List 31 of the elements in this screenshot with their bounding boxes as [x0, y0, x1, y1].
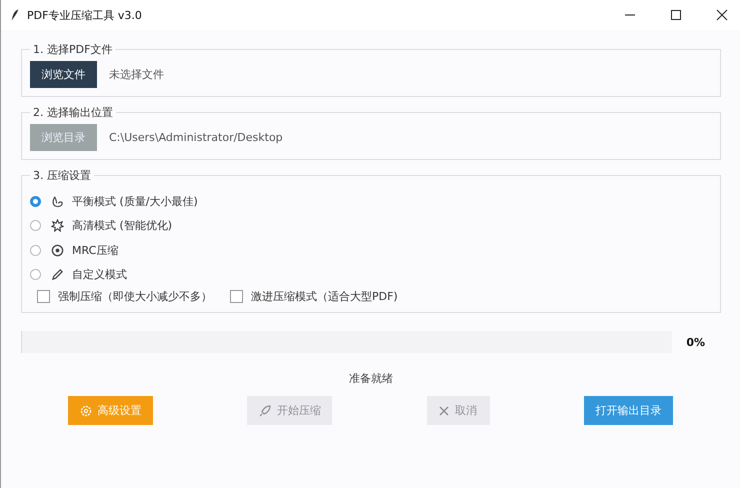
mode-label: 高清模式 (智能优化): [72, 218, 172, 234]
maximize-icon[interactable]: [670, 9, 682, 21]
radio-button[interactable]: [30, 244, 41, 256]
close-icon[interactable]: [716, 9, 728, 21]
group-title: 3. 压缩设置: [32, 168, 92, 183]
checkbox[interactable]: [230, 290, 243, 303]
feather-icon: [11, 8, 19, 22]
cross-icon: [439, 406, 450, 416]
output-path-text: C:\Users\Administrator/Desktop: [109, 131, 283, 144]
status-text: 准备就绪: [348, 371, 394, 386]
mode-label: 平衡模式 (质量/大小最佳): [72, 194, 198, 209]
pencil-icon: [51, 268, 64, 282]
group-title: 2. 选择输出位置: [32, 105, 114, 120]
mode-label: 自定义模式: [72, 267, 127, 282]
target-icon: [51, 244, 64, 257]
radio-button[interactable]: [30, 269, 41, 280]
option-label: 强制压缩（即使大小减少不多）: [58, 289, 212, 304]
radio-button[interactable]: [30, 220, 41, 232]
group-title: 1. 选择PDF文件: [32, 42, 114, 57]
window-title: PDF专业压缩工具 v3.0: [27, 8, 142, 22]
gear-icon: [80, 404, 92, 416]
mode-label: MRC压缩: [72, 242, 118, 258]
sparkle-icon: [51, 219, 64, 232]
progress-percent: 0%: [686, 336, 706, 348]
settings-button[interactable]: 高级设置: [68, 396, 153, 425]
open-button[interactable]: 打开输出目录: [584, 396, 673, 425]
radio-button[interactable]: [30, 196, 41, 207]
checkbox[interactable]: [37, 290, 50, 303]
file-path-text: 未选择文件: [109, 67, 164, 82]
browse-file-button[interactable]: 浏览文件: [30, 61, 97, 88]
option-label: 激进压缩模式（适合大型PDF): [251, 289, 398, 304]
